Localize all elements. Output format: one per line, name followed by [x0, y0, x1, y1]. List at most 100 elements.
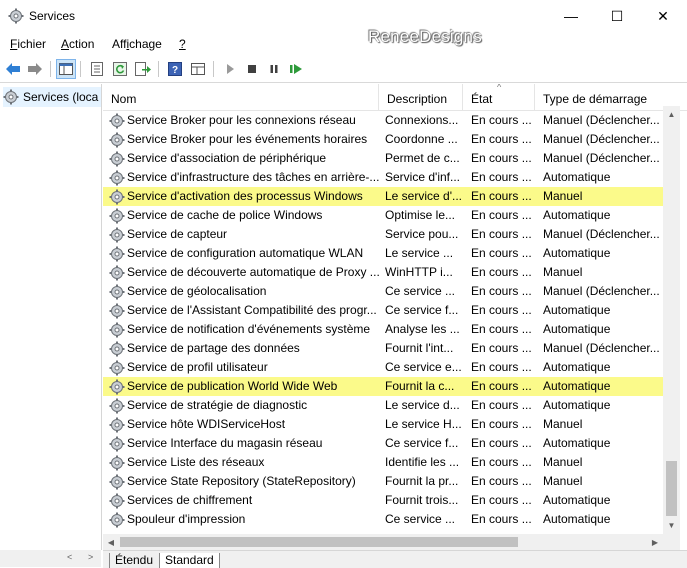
- service-startup-type: Manuel (Déclencher...: [543, 151, 660, 165]
- view-tabs: Étendu Standard: [103, 550, 687, 568]
- column-header-description[interactable]: Description: [379, 84, 463, 110]
- table-row[interactable]: Service de partage des données Fournit l'…: [103, 339, 663, 358]
- help-icon: ?: [168, 62, 182, 76]
- service-gear-icon: [109, 455, 125, 471]
- scroll-up-arrow-icon[interactable]: ▲: [663, 106, 680, 123]
- services-gear-icon: [3, 89, 19, 105]
- scroll-left-arrow-icon[interactable]: <: [67, 552, 72, 562]
- service-name: Service Liste des réseaux: [127, 455, 265, 469]
- service-state: En cours ...: [471, 398, 532, 412]
- service-startup-type: Manuel: [543, 455, 583, 469]
- table-row[interactable]: Service Broker pour les connexions résea…: [103, 111, 663, 130]
- pause-service-button[interactable]: [264, 59, 284, 79]
- console-tree-pane: Services (loca: [0, 84, 102, 550]
- service-name: Services de chiffrement: [127, 493, 253, 507]
- table-row[interactable]: Service de publication World Wide Web Fou…: [103, 377, 663, 396]
- service-name-cell: Service Broker pour les événements horai…: [109, 130, 381, 149]
- maximize-button[interactable]: ☐: [594, 0, 640, 32]
- table-row[interactable]: Spouleur d'impression Ce service ... En co…: [103, 510, 663, 529]
- services-gear-icon: [8, 8, 24, 24]
- service-name: Service hôte WDIServiceHost: [127, 417, 286, 431]
- table-row[interactable]: Service de cache de police Windows Optimi…: [103, 206, 663, 225]
- service-gear-icon: [109, 493, 125, 509]
- menu-help[interactable]: ?: [179, 37, 186, 51]
- refresh-button[interactable]: [110, 59, 130, 79]
- restart-service-button[interactable]: [286, 59, 306, 79]
- service-startup-type: Automatique: [543, 170, 611, 184]
- service-description: Fournit trois...: [385, 493, 459, 507]
- column-header-name[interactable]: Nom: [103, 84, 379, 110]
- back-arrow-icon: [6, 63, 20, 75]
- service-description: Le service ...: [385, 246, 454, 260]
- forward-button[interactable]: [25, 59, 45, 79]
- stop-service-button[interactable]: [242, 59, 262, 79]
- scroll-down-arrow-icon[interactable]: ▼: [663, 517, 680, 534]
- properties-button[interactable]: [87, 59, 107, 79]
- horizontal-scrollbar[interactable]: ◀ ▶: [103, 534, 663, 550]
- table-row[interactable]: Service de configuration automatique WLA…: [103, 244, 663, 263]
- table-row[interactable]: Service de découverte automatique de Pro…: [103, 263, 663, 282]
- service-startup-type: Automatique: [543, 208, 611, 222]
- service-description: Ce service f...: [385, 303, 459, 317]
- sort-ascending-icon: ^: [497, 84, 502, 92]
- service-state: En cours ...: [471, 189, 532, 203]
- service-gear-icon: [109, 341, 125, 357]
- table-row[interactable]: Service d'activation des processus Windo…: [103, 187, 663, 206]
- help-button[interactable]: ?: [165, 59, 185, 79]
- service-name-cell: Service State Repository (StateRepositor…: [109, 472, 381, 491]
- scroll-left-arrow-icon[interactable]: ◀: [103, 534, 119, 550]
- service-name: Spouleur d'impression: [127, 512, 246, 526]
- table-row[interactable]: Service d'association de périphérique Per…: [103, 149, 663, 168]
- table-row[interactable]: Service de géolocalisation Ce service ...…: [103, 282, 663, 301]
- scrollbar-corner: [663, 534, 680, 550]
- tree-horizontal-scrollbar[interactable]: < >: [0, 550, 101, 567]
- service-gear-icon: [109, 417, 125, 433]
- table-row[interactable]: Service Interface du magasin réseau Ce se…: [103, 434, 663, 453]
- tab-etendu[interactable]: Étendu: [109, 553, 158, 568]
- vertical-scroll-thumb[interactable]: [666, 461, 677, 516]
- menu-action[interactable]: Action: [61, 37, 94, 51]
- horizontal-scroll-thumb[interactable]: [120, 537, 518, 547]
- table-row[interactable]: Service de l'Assistant Compatibilité des…: [103, 301, 663, 320]
- scroll-right-arrow-icon[interactable]: >: [88, 552, 93, 562]
- back-button[interactable]: [3, 59, 23, 79]
- service-startup-type: Automatique: [543, 512, 611, 526]
- table-row[interactable]: Service Broker pour les événements horai…: [103, 130, 663, 149]
- service-state: En cours ...: [471, 303, 532, 317]
- show-console-tree-button[interactable]: [56, 59, 76, 79]
- vertical-scrollbar[interactable]: ▲ ▼: [663, 106, 680, 534]
- table-row[interactable]: Service State Repository (StateRepositor…: [103, 472, 663, 491]
- scroll-right-arrow-icon[interactable]: ▶: [647, 534, 663, 550]
- service-startup-type: Manuel (Déclencher...: [543, 132, 660, 146]
- view-button[interactable]: [188, 59, 208, 79]
- service-description: Fournit la pr...: [385, 474, 459, 488]
- close-button[interactable]: ✕: [640, 0, 686, 32]
- table-row[interactable]: Service de notification d'événements sys…: [103, 320, 663, 339]
- service-state: En cours ...: [471, 227, 532, 241]
- service-name-cell: Services de chiffrement: [109, 491, 381, 510]
- forward-arrow-icon: [28, 63, 42, 75]
- menu-fichier[interactable]: Fichier: [10, 37, 46, 51]
- minimize-button[interactable]: —: [548, 0, 594, 32]
- start-service-button[interactable]: [220, 59, 240, 79]
- table-row[interactable]: Service de profil utilisateur Ce service …: [103, 358, 663, 377]
- service-state: En cours ...: [471, 379, 532, 393]
- toolbar-separator: [213, 61, 214, 77]
- table-row[interactable]: Service de stratégie de diagnostic Le ser…: [103, 396, 663, 415]
- service-name-cell: Service Liste des réseaux: [109, 453, 381, 472]
- service-state: En cours ...: [471, 341, 532, 355]
- service-state: En cours ...: [471, 265, 532, 279]
- export-list-button[interactable]: [133, 59, 153, 79]
- table-row[interactable]: Service de capteur Service pou... En cours…: [103, 225, 663, 244]
- table-row[interactable]: Services de chiffrement Fournit trois... E…: [103, 491, 663, 510]
- service-name: Service de configuration automatique WLA…: [127, 246, 364, 260]
- service-name-cell: Service de profil utilisateur: [109, 358, 381, 377]
- service-gear-icon: [109, 512, 125, 528]
- menu-affichage[interactable]: Affichage: [112, 37, 162, 51]
- table-row[interactable]: Service d'infrastructure des tâches en a…: [103, 168, 663, 187]
- service-name: Service de l'Assistant Compatibilité des…: [127, 303, 377, 317]
- table-row[interactable]: Service hôte WDIServiceHost Le service H.…: [103, 415, 663, 434]
- tree-item-services-local[interactable]: Services (loca: [3, 87, 101, 107]
- table-row[interactable]: Service Liste des réseaux Identifie les .…: [103, 453, 663, 472]
- tab-standard[interactable]: Standard: [159, 553, 220, 568]
